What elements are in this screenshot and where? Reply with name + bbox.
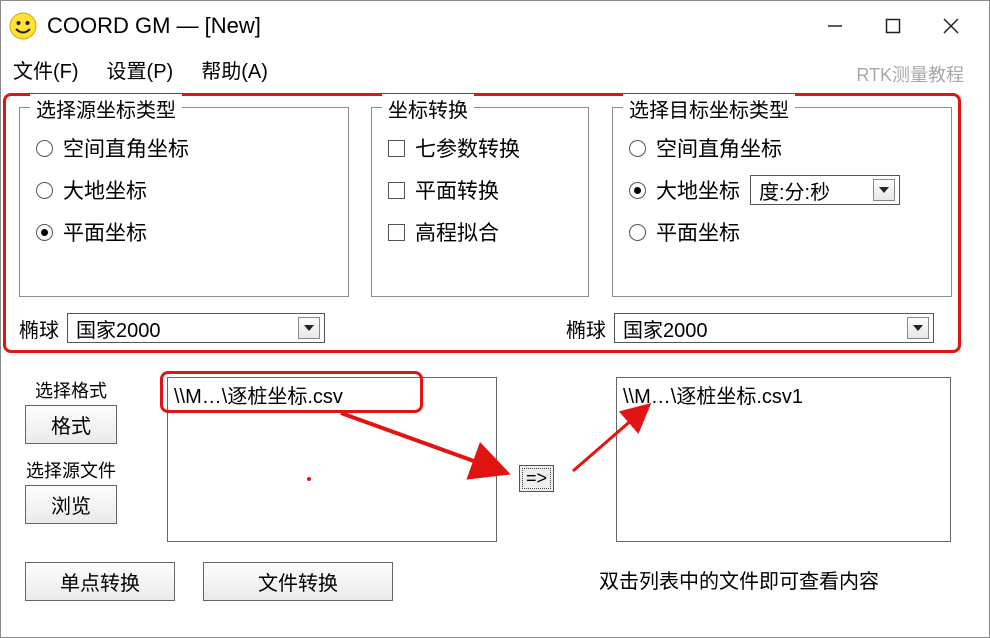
ellipsoid-left-dropdown[interactable]: 国家2000 bbox=[67, 313, 325, 343]
radio-label: 空间直角坐标 bbox=[63, 133, 189, 163]
source-file-section: 选择源文件 浏览 bbox=[25, 457, 117, 524]
minimize-button[interactable] bbox=[815, 6, 855, 46]
annotation-dot bbox=[307, 477, 311, 481]
radio-label: 平面坐标 bbox=[63, 217, 147, 247]
format-button[interactable]: 格式 bbox=[25, 405, 117, 444]
hint-text: 双击列表中的文件即可查看内容 bbox=[599, 565, 879, 594]
radio-label: 大地坐标 bbox=[656, 175, 740, 205]
arrow-label: => bbox=[526, 468, 547, 488]
menu-settings[interactable]: 设置(P) bbox=[107, 55, 174, 84]
menu-file[interactable]: 文件(F) bbox=[13, 55, 79, 84]
group-title-target: 选择目标坐标类型 bbox=[623, 94, 795, 123]
group-title-source: 选择源坐标类型 bbox=[30, 94, 182, 123]
chevron-down-icon bbox=[298, 317, 320, 339]
main-window: COORD GM — [New] 文件(F) 设置(P) 帮助(A) 选择源坐标… bbox=[0, 0, 990, 638]
chevron-down-icon bbox=[907, 317, 929, 339]
ellipsoid-right-row: 椭球 国家2000 bbox=[566, 313, 934, 343]
format-section: 选择格式 格式 bbox=[25, 377, 117, 444]
radio-icon bbox=[629, 224, 646, 241]
check-label: 七参数转换 bbox=[415, 133, 520, 163]
ellipsoid-right-dropdown[interactable]: 国家2000 bbox=[614, 313, 934, 343]
dropdown-value: 度:分:秒 bbox=[759, 176, 830, 205]
target-opt-plane[interactable]: 平面坐标 bbox=[629, 217, 935, 247]
target-opt-geodetic[interactable]: 大地坐标 度:分:秒 bbox=[629, 175, 935, 205]
ellipsoid-left-row: 椭球 国家2000 bbox=[19, 313, 325, 343]
close-button[interactable] bbox=[931, 6, 971, 46]
menu-bar: 文件(F) 设置(P) 帮助(A) bbox=[1, 51, 989, 87]
menu-help[interactable]: 帮助(A) bbox=[201, 55, 268, 84]
radio-label: 平面坐标 bbox=[656, 217, 740, 247]
dropdown-value: 国家2000 bbox=[623, 314, 708, 343]
app-icon bbox=[9, 12, 37, 40]
source-file-label: 选择源文件 bbox=[26, 457, 116, 483]
check-label: 高程拟合 bbox=[415, 217, 499, 247]
source-file-list[interactable]: \\M…\逐桩坐标.csv bbox=[167, 377, 497, 542]
radio-icon bbox=[36, 224, 53, 241]
list-item[interactable]: \\M…\逐桩坐标.csv1 bbox=[623, 386, 803, 408]
list-item[interactable]: \\M…\逐桩坐标.csv bbox=[174, 386, 343, 408]
window-title: COORD GM — [New] bbox=[47, 13, 815, 39]
window-controls bbox=[815, 6, 981, 46]
target-opt-cartesian[interactable]: 空间直角坐标 bbox=[629, 133, 935, 163]
chk-seven-param[interactable]: 七参数转换 bbox=[388, 133, 572, 163]
checkbox-icon bbox=[388, 182, 405, 199]
group-title-conv: 坐标转换 bbox=[382, 94, 474, 123]
file-convert-button[interactable]: 文件转换 bbox=[203, 562, 393, 601]
convert-arrow-button[interactable]: => bbox=[519, 465, 554, 492]
chk-plane[interactable]: 平面转换 bbox=[388, 175, 572, 205]
watermark: RTK测量教程 bbox=[856, 61, 964, 87]
title-bar: COORD GM — [New] bbox=[1, 1, 989, 51]
target-coord-group: 选择目标坐标类型 空间直角坐标 大地坐标 度:分:秒 平面坐标 bbox=[612, 107, 952, 297]
source-opt-cartesian[interactable]: 空间直角坐标 bbox=[36, 133, 332, 163]
radio-icon bbox=[36, 182, 53, 199]
radio-label: 空间直角坐标 bbox=[656, 133, 782, 163]
conv-group: 坐标转换 七参数转换 平面转换 高程拟合 bbox=[371, 107, 589, 297]
check-label: 平面转换 bbox=[415, 175, 499, 205]
radio-icon bbox=[36, 140, 53, 157]
browse-button[interactable]: 浏览 bbox=[25, 485, 117, 524]
geodetic-format-dropdown[interactable]: 度:分:秒 bbox=[750, 175, 900, 205]
chk-elevation[interactable]: 高程拟合 bbox=[388, 217, 572, 247]
radio-icon bbox=[629, 140, 646, 157]
checkbox-icon bbox=[388, 224, 405, 241]
content-area: 选择源坐标类型 空间直角坐标 大地坐标 平面坐标 坐标转换 七参数转换 bbox=[1, 87, 989, 105]
ellipsoid-label: 椭球 bbox=[566, 314, 606, 343]
target-file-list[interactable]: \\M…\逐桩坐标.csv1 bbox=[616, 377, 951, 542]
single-point-convert-button[interactable]: 单点转换 bbox=[25, 562, 175, 601]
format-label: 选择格式 bbox=[35, 377, 107, 403]
checkbox-icon bbox=[388, 140, 405, 157]
source-opt-plane[interactable]: 平面坐标 bbox=[36, 217, 332, 247]
dropdown-value: 国家2000 bbox=[76, 314, 161, 343]
radio-label: 大地坐标 bbox=[63, 175, 147, 205]
chevron-down-icon bbox=[873, 179, 895, 201]
ellipsoid-label: 椭球 bbox=[19, 314, 59, 343]
maximize-button[interactable] bbox=[873, 6, 913, 46]
source-coord-group: 选择源坐标类型 空间直角坐标 大地坐标 平面坐标 bbox=[19, 107, 349, 297]
source-opt-geodetic[interactable]: 大地坐标 bbox=[36, 175, 332, 205]
radio-icon bbox=[629, 182, 646, 199]
